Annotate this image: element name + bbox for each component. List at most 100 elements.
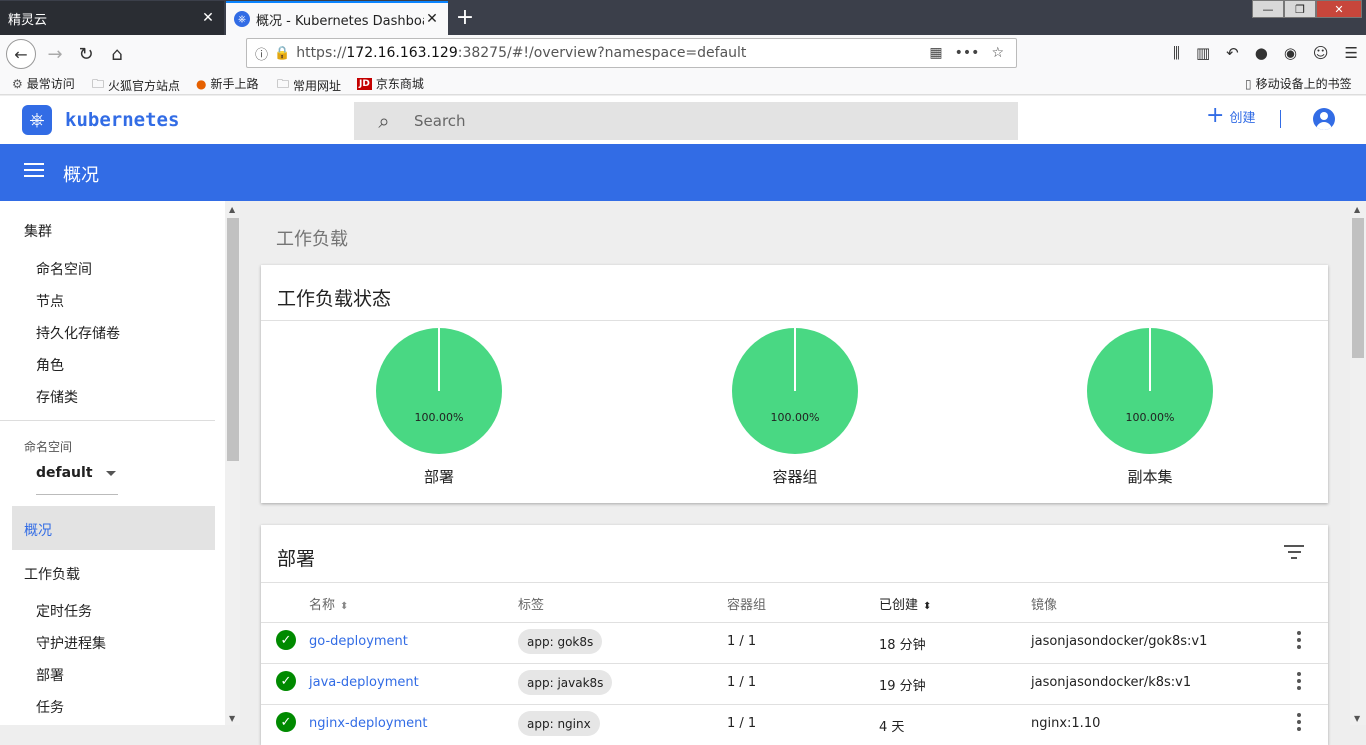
new-tab-button[interactable]: +: [452, 4, 478, 30]
label-chip: app: javak8s: [518, 670, 613, 695]
sidebar-item-daemon-sets[interactable]: 守护进程集: [36, 633, 106, 653]
browser-tab-dashboard[interactable]: ⎈ 概况 - Kubernetes Dashboard ✕: [226, 1, 448, 35]
library-icon[interactable]: ⫼: [1173, 44, 1180, 62]
image-name: nginx:1.10: [1031, 716, 1101, 731]
kubernetes-wheel-icon: ⎈: [22, 105, 52, 135]
sidebar-item-deployments[interactable]: 部署: [36, 665, 64, 685]
dropdown-arrow-icon: [106, 471, 116, 476]
page-actions-icon[interactable]: •••: [955, 45, 980, 61]
sidebar-item-namespaces[interactable]: 命名空间: [36, 259, 92, 279]
card-divider: [261, 320, 1328, 321]
forward-arrow-icon[interactable]: →: [40, 39, 70, 69]
bookmark-jd[interactable]: JD 京东商城: [357, 75, 424, 92]
deployment-name-link[interactable]: go-deployment: [309, 634, 408, 649]
address-bar[interactable]: ⓘ 🔒 https://172.16.163.129:38275/#!/over…: [246, 38, 1017, 68]
reload-icon[interactable]: ↻: [71, 39, 101, 69]
namespace-select[interactable]: default: [36, 465, 118, 495]
column-header-name[interactable]: 名称 ⬍: [309, 594, 348, 613]
namespace-label: 命名空间: [24, 440, 73, 454]
sidebar-item-persistent-volumes[interactable]: 持久化存储卷: [36, 323, 120, 343]
page-toolbar: 概况: [0, 144, 1366, 201]
sidebar-icon[interactable]: ▥: [1196, 44, 1210, 62]
pods-count: 1 / 1: [727, 634, 757, 649]
image-name: jasonjasondocker/gok8s:v1: [1031, 634, 1208, 649]
minimize-button[interactable]: —: [1252, 0, 1284, 18]
hamburger-menu-icon[interactable]: [24, 163, 44, 179]
account-icon[interactable]: ●: [1255, 44, 1268, 62]
pods-count: 1 / 1: [727, 675, 757, 690]
main-content: 工作负载 工作负载状态 100.00% 部署 100.00% 容器组 100.0…: [240, 201, 1350, 745]
card-title: 工作负载状态: [277, 288, 392, 310]
sidebar-item-nodes[interactable]: 节点: [36, 291, 64, 311]
info-icon[interactable]: ⓘ: [255, 44, 268, 63]
create-button[interactable]: + 创建: [1206, 105, 1255, 127]
url-text[interactable]: https://172.16.163.129:38275/#!/overview…: [296, 45, 929, 61]
sidebar-header-cluster[interactable]: 集群: [24, 221, 52, 241]
bookmark-mobile[interactable]: ▯ 移动设备上的书签: [1245, 75, 1352, 92]
more-vert-icon[interactable]: [1294, 713, 1304, 733]
undo-icon[interactable]: ↶: [1226, 44, 1239, 62]
user-account-icon[interactable]: [1313, 108, 1335, 130]
deployments-pie-chart: [376, 328, 502, 454]
column-header-labels: 标签: [518, 598, 545, 613]
tab-title: 概况 - Kubernetes Dashboard: [256, 13, 424, 29]
header-divider: [1280, 110, 1281, 128]
kubernetes-logo[interactable]: ⎈ kubernetes: [22, 105, 179, 135]
sync-icon[interactable]: ◉: [1284, 44, 1297, 62]
scroll-up-icon[interactable]: ▲: [229, 205, 235, 214]
close-window-button[interactable]: ✕: [1316, 0, 1362, 18]
close-icon[interactable]: ✕: [200, 10, 216, 26]
sidebar-header-workloads[interactable]: 工作负载: [24, 564, 80, 584]
sidebar-item-cron-jobs[interactable]: 定时任务: [36, 601, 92, 621]
pie-percent: 100.00%: [414, 411, 464, 424]
column-header-image: 镜像: [1031, 598, 1058, 613]
main-scroll-thumb[interactable]: [1352, 218, 1364, 358]
filter-icon[interactable]: [1284, 545, 1304, 559]
gear-icon: ⚙: [12, 76, 23, 91]
column-header-created[interactable]: 已创建 ⬍: [879, 594, 931, 613]
home-icon[interactable]: ⌂: [102, 39, 132, 69]
scroll-down-icon[interactable]: ▼: [229, 714, 235, 723]
deployment-name-link[interactable]: nginx-deployment: [309, 716, 428, 731]
sidebar-item-overview[interactable]: 概况: [12, 506, 215, 550]
qr-code-icon[interactable]: ▦: [929, 45, 942, 61]
window-controls: — ❐ ✕: [1252, 0, 1362, 18]
bookmark-most-visited[interactable]: ⚙ 最常访问: [12, 75, 75, 92]
column-header-pods: 容器组: [727, 598, 767, 613]
scroll-up-icon[interactable]: ▲: [1354, 205, 1360, 214]
card-title: 部署: [277, 548, 316, 570]
pods-count: 1 / 1: [727, 716, 757, 731]
firefox-icon: ●: [196, 76, 207, 91]
bookmark-firefox-site[interactable]: 🗀 火狐官方站点: [92, 75, 180, 96]
sidebar-item-jobs[interactable]: 任务: [36, 697, 64, 717]
pie-label: 部署: [423, 468, 454, 486]
sidebar-item-storage-classes[interactable]: 存储类: [36, 387, 78, 407]
section-title: 工作负载: [276, 229, 348, 250]
extension-icon[interactable]: ☺: [1313, 44, 1329, 62]
browser-tab-jingling[interactable]: 精灵云 ✕: [0, 1, 224, 35]
scroll-down-icon[interactable]: ▼: [1354, 714, 1360, 723]
lock-warning-icon[interactable]: 🔒: [274, 46, 290, 61]
sort-active-icon: ⬍: [923, 601, 932, 612]
more-vert-icon[interactable]: [1294, 631, 1304, 651]
deployment-name-link[interactable]: java-deployment: [309, 675, 419, 690]
menu-icon[interactable]: ☰: [1345, 44, 1358, 62]
bookmark-getting-started[interactable]: ● 新手上路: [196, 75, 259, 92]
toolbar-icons: ⫼ ▥ ↶ ● ◉ ☺ ☰: [1173, 44, 1358, 62]
folder-icon: 🗀: [277, 77, 290, 91]
sidebar: 集群 命名空间 节点 持久化存储卷 角色 存储类 命名空间 default 概况…: [0, 201, 225, 725]
sidebar-scroll-thumb[interactable]: [227, 218, 239, 461]
created-age: 4 天: [879, 720, 905, 735]
bookmark-common-sites[interactable]: 🗀 常用网址: [277, 75, 341, 96]
more-vert-icon[interactable]: [1294, 672, 1304, 692]
bookmark-star-icon[interactable]: ☆: [991, 45, 1004, 61]
search-input[interactable]: [414, 112, 974, 130]
sidebar-item-roles[interactable]: 角色: [36, 355, 64, 375]
search-box[interactable]: ⌕: [354, 102, 1018, 140]
close-icon[interactable]: ✕: [424, 11, 440, 27]
back-arrow-icon[interactable]: ←: [6, 39, 36, 69]
label-chip: app: gok8s: [518, 629, 603, 654]
browser-tab-strip: 精灵云 ✕ ⎈ 概况 - Kubernetes Dashboard ✕ + — …: [0, 0, 1366, 35]
restore-button[interactable]: ❐: [1284, 0, 1316, 18]
navigation-toolbar: ← → ↻ ⌂ ⓘ 🔒 https://172.16.163.129:38275…: [0, 35, 1366, 72]
